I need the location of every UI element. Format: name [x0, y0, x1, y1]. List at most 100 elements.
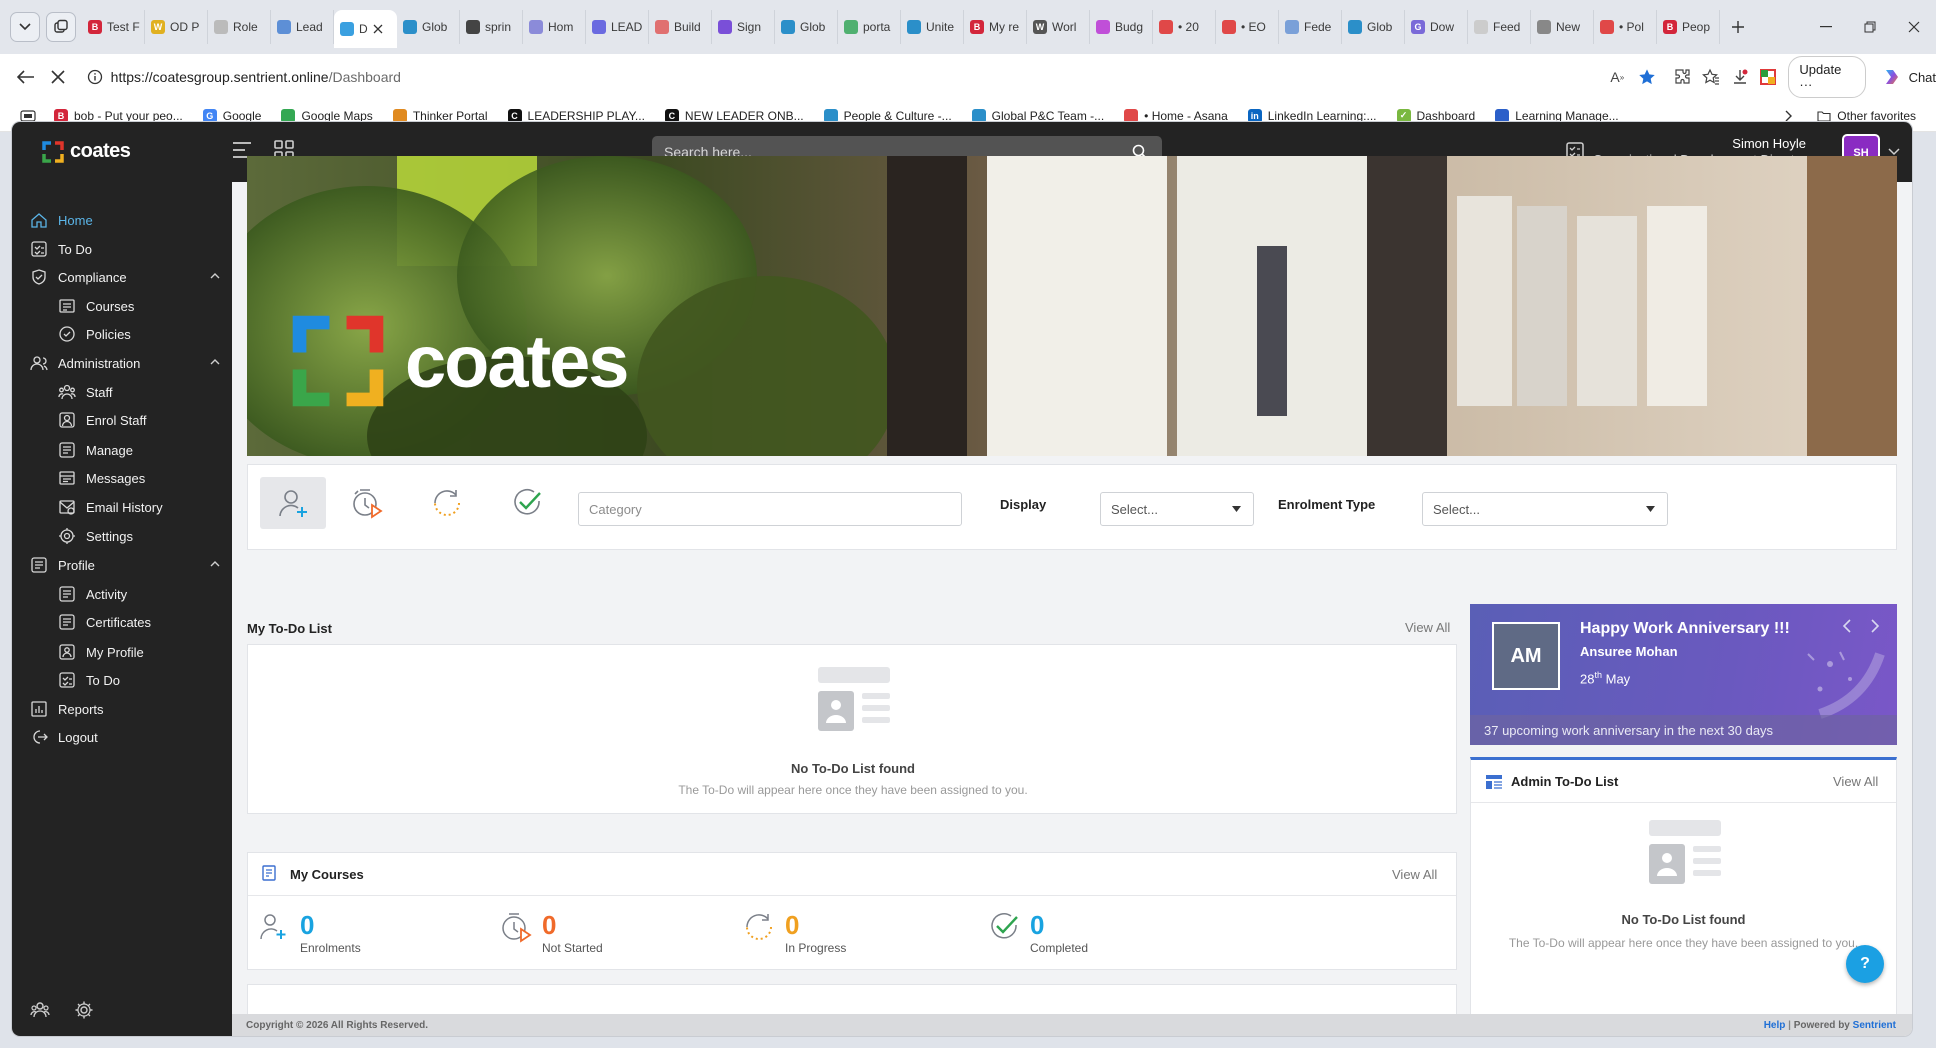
browser-tab[interactable]: Role — [208, 10, 271, 44]
browser-tab[interactable]: Fede — [1279, 10, 1342, 44]
browser-tab[interactable]: Sign — [712, 10, 775, 44]
chevron-up-icon[interactable] — [210, 560, 220, 567]
course-stat-completed[interactable]: 0 Completed — [988, 911, 1088, 955]
collections-icon[interactable] — [1754, 62, 1783, 92]
bookmark-bob-put-your-peo[interactable]: Bbob - Put your peo... — [54, 108, 183, 123]
courses-view-all-link[interactable]: View All — [1392, 867, 1437, 882]
browser-tab[interactable]: B Peop — [1657, 10, 1720, 44]
read-aloud-icon[interactable]: A» — [1602, 62, 1632, 92]
browser-tab[interactable]: porta — [838, 10, 901, 44]
chevron-up-icon[interactable] — [210, 358, 220, 365]
bookmark-google[interactable]: G Google — [202, 108, 261, 123]
anniversary-prev-icon[interactable] — [1842, 618, 1852, 634]
browser-tab[interactable]: • 20 — [1153, 10, 1216, 44]
bookmark-learning-manage[interactable]: Learning Manage... — [1495, 108, 1619, 123]
bookmark-people-culture[interactable]: People & Culture -... — [823, 108, 952, 123]
workspaces-button[interactable] — [46, 12, 76, 42]
browser-tab[interactable]: G Dow — [1405, 10, 1468, 44]
course-stat-not-started[interactable]: 0 Not Started — [500, 911, 603, 955]
close-tab-icon[interactable] — [373, 24, 383, 34]
browser-tab[interactable]: New — [1531, 10, 1594, 44]
sidebar-item-compliance[interactable]: Compliance — [30, 263, 220, 291]
browser-tab[interactable]: D — [334, 10, 397, 48]
coates-logo[interactable]: coates — [42, 140, 131, 163]
sidebar-item-home[interactable]: Home — [30, 206, 220, 234]
category-input[interactable] — [578, 492, 962, 526]
new-tab-button[interactable] — [1720, 10, 1756, 44]
minimize-window-button[interactable] — [1804, 10, 1848, 44]
sidebar-item-policies-sub[interactable]: Policies — [58, 320, 218, 348]
browser-tab[interactable]: W Worl — [1027, 10, 1090, 44]
sidebar-item-settings-sub[interactable]: Settings — [58, 522, 218, 550]
site-info-icon[interactable] — [87, 69, 103, 85]
close-window-button[interactable] — [1892, 10, 1936, 44]
browser-tab[interactable]: Glob — [397, 10, 460, 44]
favorite-star-icon[interactable] — [1632, 62, 1662, 92]
bookmark-new-leader-onb[interactable]: C NEW LEADER ONB... — [664, 108, 804, 123]
anniversary-next-icon[interactable] — [1870, 618, 1880, 634]
help-link[interactable]: Help — [1764, 1020, 1786, 1031]
chat-label[interactable]: Chat — [1909, 70, 1936, 85]
browser-tab[interactable]: Build — [649, 10, 712, 44]
sidebar-item-activity-sub[interactable]: Activity — [58, 580, 218, 608]
browser-tab[interactable]: B My re — [964, 10, 1027, 44]
browser-tab[interactable]: Budg — [1090, 10, 1153, 44]
anniversary-footer[interactable]: 37 upcoming work anniversary in the next… — [1470, 715, 1897, 745]
enrolment-type-select[interactable]: Select... — [1422, 492, 1668, 526]
sidebar-item-reports[interactable]: Reports — [30, 695, 220, 723]
downloads-icon[interactable] — [1725, 62, 1754, 92]
sidebar-item-manage-sub[interactable]: Manage — [58, 436, 218, 464]
back-button[interactable] — [10, 60, 42, 94]
display-select[interactable]: Select... — [1100, 492, 1254, 526]
sidebar-item-logout[interactable]: Logout — [30, 723, 220, 751]
bookmarks-overflow-icon[interactable] — [1785, 110, 1793, 122]
other-favorites[interactable]: Other favorites — [1817, 109, 1916, 123]
chevron-down-icon[interactable] — [1888, 148, 1900, 156]
gear-icon[interactable] — [74, 1000, 94, 1020]
team-icon[interactable] — [30, 1000, 50, 1020]
address-bar[interactable]: https://coatesgroup.sentrient.online/Das… — [78, 62, 1663, 92]
filter-enrolments-button[interactable] — [260, 477, 326, 529]
browser-tab[interactable]: Hom — [523, 10, 586, 44]
favorites-icon[interactable] — [1697, 62, 1726, 92]
bookmark-leadership-play[interactable]: C LEADERSHIP PLAY... — [507, 108, 645, 123]
sidebar-item-email-history-sub[interactable]: Email History — [58, 493, 218, 521]
todo-view-all-link[interactable]: View All — [1405, 620, 1450, 635]
browser-tab[interactable]: LEAD — [586, 10, 649, 44]
course-stat-in-progress[interactable]: 0 In Progress — [743, 911, 846, 955]
browser-tab[interactable]: W OD P — [145, 10, 208, 44]
bookmark-global-p-c-team[interactable]: Global P&C Team -... — [971, 108, 1104, 123]
stop-loading-button[interactable] — [42, 60, 74, 94]
admin-todo-view-all-link[interactable]: View All — [1833, 774, 1878, 789]
browser-tab[interactable]: Glob — [775, 10, 838, 44]
filter-not-started-button[interactable] — [334, 477, 400, 529]
browser-tab[interactable]: • Pol — [1594, 10, 1657, 44]
extensions-icon[interactable] — [1668, 62, 1697, 92]
course-stat-enrolments[interactable]: 0 Enrolments — [258, 911, 361, 955]
browser-tab[interactable]: Unite — [901, 10, 964, 44]
sidebar-item-profile[interactable]: Profile — [30, 551, 220, 579]
sidebar-item-certificates-sub[interactable]: Certificates — [58, 608, 218, 636]
copilot-icon[interactable] — [1878, 62, 1907, 92]
bookmark-dashboard[interactable]: ✓ Dashboard — [1396, 108, 1475, 123]
bookmark-google-maps[interactable]: Google Maps — [281, 108, 373, 123]
sidebar-item-to-do[interactable]: To Do — [30, 235, 220, 263]
browser-tab[interactable]: Glob — [1342, 10, 1405, 44]
chevron-up-icon[interactable] — [210, 272, 220, 279]
sidebar-item-to-do-sub[interactable]: To Do — [58, 666, 218, 694]
tab-actions-button[interactable] — [10, 12, 40, 42]
sidebar-item-courses-sub[interactable]: Courses — [58, 292, 218, 320]
browser-tab[interactable]: Lead — [271, 10, 334, 44]
filter-in-progress-button[interactable] — [414, 477, 480, 529]
sidebar-item-messages-sub[interactable]: Messages — [58, 464, 218, 492]
browser-tab[interactable]: sprin — [460, 10, 523, 44]
bookmark-linkedin-learning[interactable]: in LinkedIn Learning:... — [1247, 108, 1377, 123]
restore-window-button[interactable] — [1848, 10, 1892, 44]
sidebar-item-staff-sub[interactable]: Staff — [58, 378, 218, 406]
sidebar-item-enrol-staff-sub[interactable]: Enrol Staff — [58, 406, 218, 434]
sidebar-item-administration[interactable]: Administration — [30, 349, 220, 377]
sentrient-link[interactable]: Sentrient — [1853, 1020, 1896, 1031]
browser-tab[interactable]: B Test F — [82, 10, 145, 44]
reading-mode-icon[interactable] — [20, 109, 36, 122]
update-button[interactable]: Update ··· — [1788, 56, 1867, 98]
